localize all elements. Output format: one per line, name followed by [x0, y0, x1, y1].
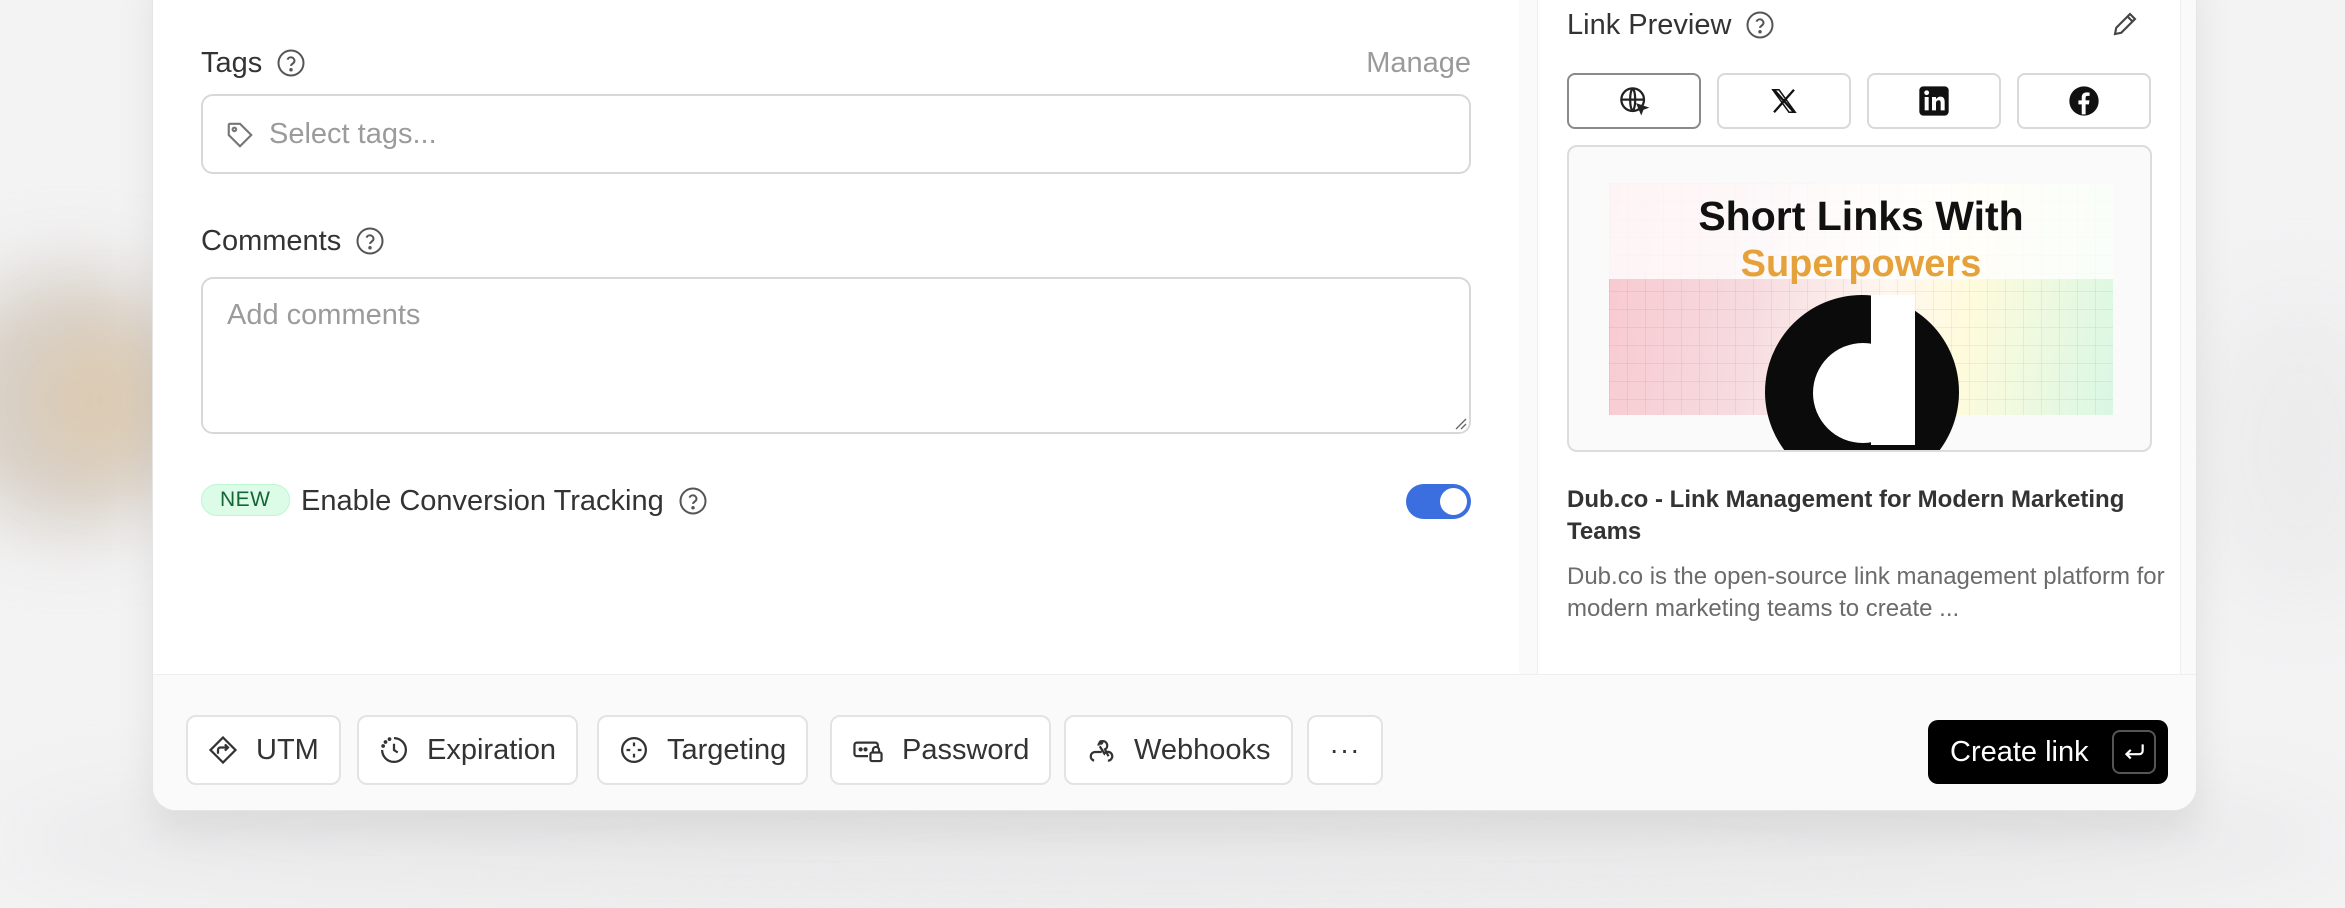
preview-description: Dub.co is the open-source link managemen… — [1567, 563, 2165, 622]
password-button[interactable]: Password — [830, 715, 1052, 785]
help-icon[interactable] — [355, 226, 385, 256]
clock-icon — [379, 735, 409, 765]
utm-label: UTM — [256, 733, 319, 766]
linkedin-preview-tab[interactable] — [1867, 73, 2001, 129]
x-preview-tab[interactable] — [1717, 73, 1851, 129]
link-form: Tags Manage Select tags... Comments Add … — [153, 0, 1519, 674]
conversion-label-row: Enable Conversion Tracking — [301, 477, 708, 525]
og-image-preview[interactable]: Short Links With Superpowers — [1567, 145, 2152, 452]
create-link-modal: Tags Manage Select tags... Comments Add … — [152, 0, 2197, 811]
facebook-preview-tab[interactable] — [2017, 73, 2151, 129]
link-preview-header: Link Preview — [1567, 1, 2152, 49]
preview-title: Dub.co - Link Management for Modern Mark… — [1567, 486, 2125, 545]
expiration-label: Expiration — [427, 733, 556, 766]
facebook-icon — [2068, 85, 2100, 117]
enter-key-icon — [2112, 730, 2156, 774]
utm-button[interactable]: UTM — [186, 715, 341, 785]
tags-placeholder: Select tags... — [269, 118, 437, 150]
tags-select[interactable]: Select tags... — [201, 94, 1471, 174]
more-options-button[interactable]: ··· — [1307, 715, 1383, 785]
modal-footer: UTM Expiration Targeting Password Webhoo… — [153, 674, 2196, 810]
link-preview-label: Link Preview — [1567, 8, 1732, 41]
globe-icon — [1618, 85, 1650, 117]
comments-label-row: Comments — [201, 217, 385, 265]
preview-panel: Link Preview Short Links With Superpower… — [1519, 0, 2196, 674]
linkedin-icon — [1918, 85, 1950, 117]
comments-label: Comments — [201, 224, 342, 257]
og-image: Short Links With Superpowers — [1609, 183, 2113, 450]
comments-placeholder: Add comments — [227, 299, 421, 331]
crosshair-icon — [619, 735, 649, 765]
comments-textarea[interactable]: Add comments — [201, 277, 1471, 434]
utm-icon — [208, 735, 238, 765]
webhook-icon — [1086, 735, 1116, 765]
targeting-label: Targeting — [667, 733, 787, 766]
web-preview-tab[interactable] — [1567, 73, 1701, 129]
og-title-line1: Short Links With — [1698, 193, 2024, 239]
targeting-button[interactable]: Targeting — [597, 715, 809, 785]
webhooks-label: Webhooks — [1134, 733, 1271, 766]
tags-label-row: Tags Manage — [201, 39, 1471, 87]
create-link-label: Create link — [1950, 735, 2089, 768]
more-icon: ··· — [1329, 734, 1361, 765]
password-label: Password — [902, 733, 1030, 766]
password-icon — [852, 735, 884, 765]
help-icon[interactable] — [1745, 10, 1775, 40]
resize-handle-icon[interactable] — [1451, 414, 1467, 430]
create-link-button[interactable]: Create link — [1928, 720, 2168, 784]
pencil-icon[interactable] — [2110, 9, 2140, 39]
link-preview-card: Link Preview Short Links With Superpower… — [1537, 0, 2181, 674]
tags-label: Tags — [201, 46, 263, 79]
conversion-tracking-toggle[interactable] — [1406, 484, 1471, 519]
help-icon[interactable] — [678, 486, 708, 516]
og-title-line2: Superpowers — [1740, 243, 1982, 285]
x-icon — [1769, 86, 1799, 116]
conversion-tracking-label: Enable Conversion Tracking — [301, 484, 664, 517]
manage-tags-link[interactable]: Manage — [1366, 47, 1471, 80]
toggle-knob — [1440, 488, 1467, 515]
new-badge: NEW — [201, 484, 290, 516]
help-icon[interactable] — [276, 48, 306, 78]
webhooks-button[interactable]: Webhooks — [1064, 715, 1293, 785]
tag-icon — [225, 120, 255, 150]
expiration-button[interactable]: Expiration — [357, 715, 578, 785]
preview-platform-tabs — [1567, 73, 2151, 129]
